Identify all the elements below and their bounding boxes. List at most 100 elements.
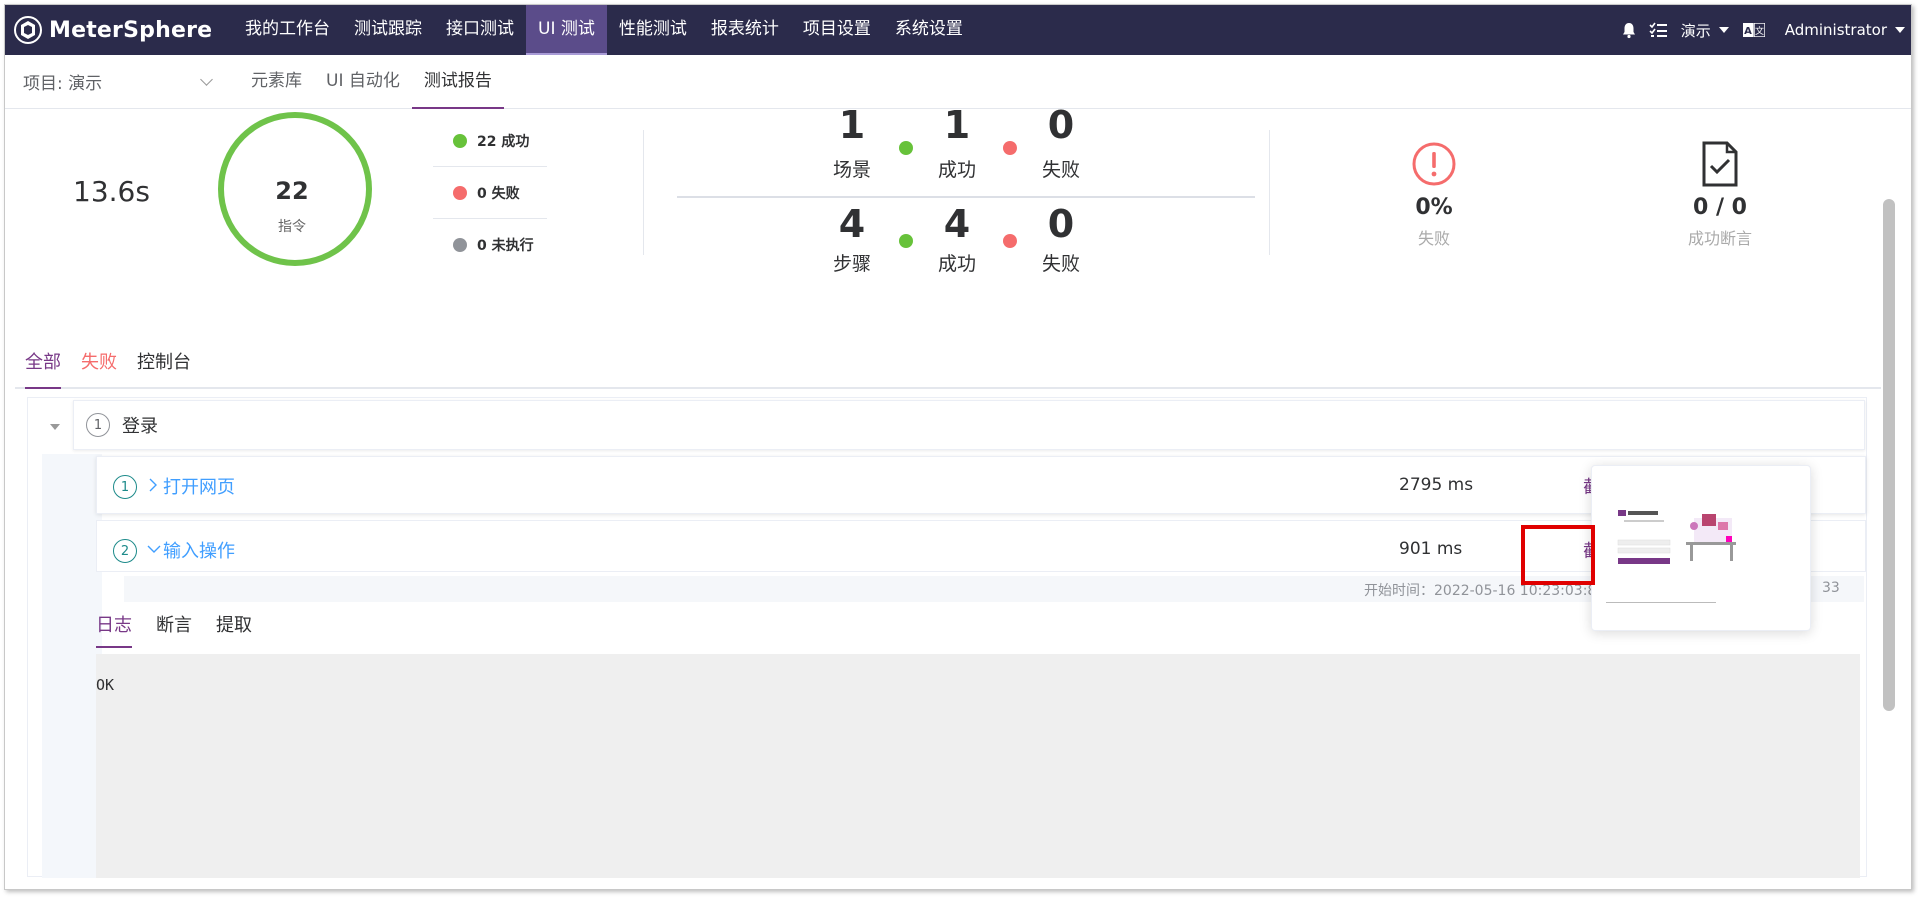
- menu-item-performance-test[interactable]: 性能测试: [607, 5, 699, 55]
- total-duration: 13.6s: [73, 175, 150, 208]
- step-duration: 901 ms: [1399, 539, 1463, 559]
- legend-unexecuted: 0 未执行: [433, 219, 547, 271]
- scenario-success-label: 成功: [937, 159, 976, 181]
- menu-item-api-test[interactable]: 接口测试: [434, 5, 526, 55]
- document-check-icon: [1702, 141, 1738, 187]
- step-count: 4: [838, 202, 866, 246]
- step-name[interactable]: 输入操作: [163, 537, 235, 563]
- top-navbar: MeterSphere 我的工作台 测试跟踪 接口测试 UI 测试 性能测试 报…: [5, 5, 1911, 55]
- success-dot-icon: [899, 234, 913, 248]
- total-commands: 22: [275, 177, 309, 205]
- fail-rate-value: 0%: [1415, 195, 1453, 220]
- legend-success-text: 22 成功: [477, 133, 530, 150]
- project-select[interactable]: 项目: 演示: [5, 69, 239, 94]
- fail-rate-label: 失败: [1417, 229, 1450, 248]
- divider: [1269, 130, 1270, 255]
- scenario-fail: 0: [1047, 103, 1075, 147]
- step-name[interactable]: 打开网页: [163, 473, 235, 499]
- legend-fail: 0 失败: [433, 167, 547, 219]
- command-legend: 22 成功 0 失败 0 未执行: [433, 115, 547, 271]
- fail-dot-icon: [453, 185, 467, 200]
- step-success: 4: [943, 202, 971, 246]
- success-dot-icon: [453, 133, 467, 148]
- log-text: OK: [96, 676, 115, 694]
- detail-tabs: 日志 断言 提取: [96, 608, 276, 648]
- bell-icon[interactable]: [1621, 22, 1637, 39]
- fail-dot-icon: [1003, 234, 1017, 248]
- assertion-value: 0 / 0: [1693, 195, 1747, 220]
- tab-all[interactable]: 全部: [25, 341, 61, 389]
- caret-down-icon: [1718, 27, 1729, 33]
- tab-test-report[interactable]: 测试报告: [411, 55, 504, 109]
- chevron-down-icon: [147, 545, 161, 553]
- main-menu: 我的工作台 测试跟踪 接口测试 UI 测试 性能测试 报表统计 项目设置 系统设…: [233, 5, 975, 55]
- scrollbar-thumb[interactable]: [1883, 199, 1895, 711]
- user-name: Administrator: [1784, 21, 1887, 39]
- scenario-count-label: 场景: [832, 159, 871, 181]
- tab-extract[interactable]: 提取: [216, 608, 252, 648]
- success-dot-icon: [899, 141, 913, 155]
- project-select-label: 项目: 演示: [23, 74, 103, 94]
- screenshot-popover: [1591, 465, 1811, 631]
- project-switcher[interactable]: 演示: [1681, 20, 1729, 41]
- legend-unexecuted-text: 0 未执行: [477, 238, 534, 254]
- warning-circle-icon: [1412, 142, 1456, 186]
- scenario-count: 1: [838, 103, 866, 147]
- step-time-suffix: 33: [1822, 580, 1840, 596]
- menu-item-test-track[interactable]: 测试跟踪: [342, 5, 434, 55]
- sub-navbar: 项目: 演示 元素库 UI 自动化 测试报告: [5, 55, 1911, 109]
- commands-label: 指令: [278, 219, 306, 235]
- menu-item-ui-test[interactable]: UI 测试: [526, 5, 607, 55]
- tab-assertion[interactable]: 断言: [156, 608, 192, 648]
- step-index: 1: [113, 475, 137, 499]
- scenario-fail-label: 失败: [1041, 159, 1080, 181]
- log-panel: OK: [96, 654, 1860, 878]
- step-index: 2: [113, 539, 137, 563]
- scenario-name: 登录: [122, 416, 158, 437]
- chevron-down-icon: [200, 72, 213, 86]
- result-tabs: 全部 失败 控制台: [15, 341, 1885, 389]
- legend-success: 22 成功: [433, 115, 547, 167]
- task-list-icon[interactable]: [1649, 22, 1667, 38]
- tab-element-library[interactable]: 元素库: [239, 55, 314, 109]
- report-summary: 13.6s 22 指令 22 成功 0 失败 0 未执行 1 场景 1 成功 0…: [15, 103, 1885, 290]
- metersphere-logo-icon: [14, 16, 42, 44]
- tab-ui-automation[interactable]: UI 自动化: [314, 55, 412, 109]
- brand-name: MeterSphere: [49, 17, 213, 43]
- tab-failed[interactable]: 失败: [81, 341, 117, 387]
- legend-fail-text: 0 失败: [477, 185, 520, 202]
- assertion-label: 成功断言: [1687, 229, 1752, 248]
- caret-down-icon: [1895, 27, 1905, 33]
- divider: [643, 130, 644, 255]
- step-fail: 0: [1047, 202, 1075, 246]
- chevron-right-icon: [149, 478, 157, 492]
- current-project: 演示: [1680, 21, 1711, 40]
- menu-item-workbench[interactable]: 我的工作台: [233, 5, 342, 55]
- step-success-label: 成功: [937, 253, 976, 275]
- divider: [677, 196, 1255, 198]
- svg-text:文: 文: [1755, 25, 1764, 37]
- tab-log[interactable]: 日志: [96, 608, 132, 648]
- app-window: MeterSphere 我的工作台 测试跟踪 接口测试 UI 测试 性能测试 报…: [4, 4, 1912, 890]
- collapse-triangle-icon[interactable]: [50, 424, 60, 430]
- step-count-label: 步骤: [832, 253, 871, 275]
- menu-item-project-settings[interactable]: 项目设置: [791, 5, 883, 55]
- step-duration: 2795 ms: [1399, 475, 1474, 495]
- screenshot-thumbnail[interactable]: [1606, 498, 1786, 610]
- menu-item-system-settings[interactable]: 系统设置: [883, 5, 975, 55]
- user-menu[interactable]: Administrator: [1785, 21, 1905, 39]
- step-fail-label: 失败: [1041, 253, 1080, 275]
- scenario-index: 1: [86, 413, 110, 437]
- language-icon[interactable]: A文: [1742, 23, 1765, 37]
- scenario-row[interactable]: 1 登录: [73, 400, 1865, 450]
- indent-area: [42, 454, 102, 878]
- highlight-box: [1521, 525, 1595, 585]
- fail-dot-icon: [1003, 141, 1017, 155]
- tab-console[interactable]: 控制台: [137, 341, 191, 387]
- navbar-right: 演示 A文 Administrator: [1615, 5, 1911, 55]
- unexecuted-dot-icon: [453, 238, 467, 252]
- scenario-success: 1: [943, 103, 971, 147]
- svg-text:A: A: [1744, 26, 1752, 37]
- menu-item-report[interactable]: 报表统计: [699, 5, 791, 55]
- logo[interactable]: MeterSphere: [5, 5, 233, 55]
